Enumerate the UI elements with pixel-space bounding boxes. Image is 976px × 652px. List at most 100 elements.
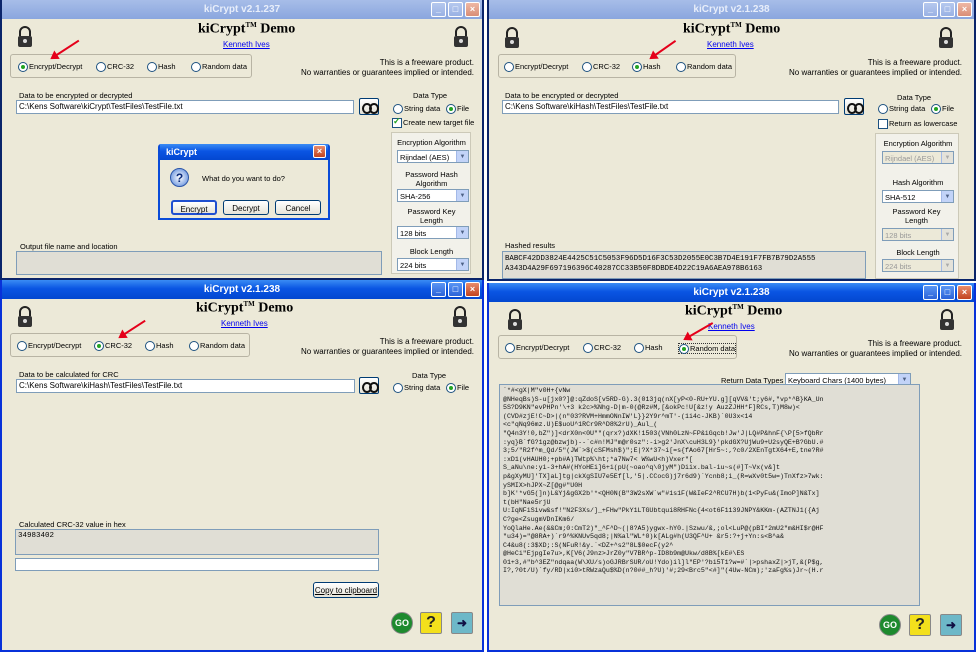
maximize-icon[interactable]: □ bbox=[448, 2, 463, 17]
maximize-icon[interactable]: □ bbox=[940, 2, 955, 17]
hashed-results-field[interactable]: BABCF42DD3824E4425C51C5053F96D5D16F3C53D… bbox=[502, 251, 866, 279]
freeware-notice: This is a freeware product. No warranties… bbox=[789, 58, 962, 77]
block-len-label: Block Length bbox=[896, 248, 940, 257]
output-field[interactable] bbox=[16, 251, 382, 275]
author-link[interactable]: Kenneth Ives bbox=[708, 322, 755, 331]
file-path-input[interactable]: C:\Kens Software\kiHash\TestFiles\TestFi… bbox=[502, 100, 839, 114]
decrypt-button[interactable]: Decrypt bbox=[223, 200, 269, 215]
close-icon[interactable]: × bbox=[465, 282, 480, 297]
go-icon[interactable]: GO bbox=[879, 614, 901, 636]
radio-hash[interactable]: Hash bbox=[632, 62, 661, 72]
radio-file[interactable]: File bbox=[446, 383, 469, 393]
dialog-titlebar: kiCrypt × bbox=[160, 144, 328, 160]
browse-binoculars-icon[interactable] bbox=[359, 98, 379, 115]
copy-clipboard-button[interactable]: Copy to clipboard bbox=[313, 582, 379, 598]
exit-icon[interactable]: ➜ bbox=[451, 612, 473, 634]
close-icon[interactable]: × bbox=[957, 2, 972, 17]
enc-algo-label: Encryption Algorithm bbox=[883, 139, 953, 148]
file-path-input[interactable]: C:\Kens Software\kiHash\TestFiles\TestFi… bbox=[16, 379, 355, 393]
create-target-checkbox[interactable]: Create new target file bbox=[392, 116, 474, 128]
radio-string-data[interactable]: String data bbox=[393, 383, 440, 393]
padlock-icon bbox=[937, 27, 955, 49]
exit-icon[interactable]: ➜ bbox=[940, 614, 962, 636]
maximize-icon[interactable]: □ bbox=[448, 282, 463, 297]
block-len-select[interactable]: 224 bits bbox=[397, 258, 469, 271]
file-path-input[interactable]: C:\Kens Software\kiCrypt\TestFiles\TestF… bbox=[16, 100, 354, 114]
pw-key-select[interactable]: 128 bits bbox=[397, 226, 469, 239]
minimize-icon[interactable]: _ bbox=[431, 282, 446, 297]
enc-algo-select[interactable]: Rijndael (AES) bbox=[882, 151, 954, 164]
encrypt-button[interactable]: Encrypt bbox=[171, 200, 217, 215]
help-icon[interactable]: ? bbox=[909, 614, 931, 636]
author-link[interactable]: Kenneth Ives bbox=[223, 40, 270, 49]
random-output-field[interactable]: `*#<gX|M"v0H+{vNw @NHeqBs)S-u[jx0?]@:qZd… bbox=[499, 384, 920, 606]
block-len-label: Block Length bbox=[409, 247, 454, 256]
pw-hash-select[interactable]: SHA-256 bbox=[397, 189, 469, 202]
radio-file[interactable]: File bbox=[446, 104, 469, 114]
app-title: kiCryptTM Demo bbox=[683, 21, 781, 37]
author-link[interactable]: Kenneth Ives bbox=[221, 319, 268, 328]
radio-file[interactable]: File bbox=[931, 104, 954, 114]
window-hash: kiCrypt v2.1.238 _ □ × kiCryptTM Demo Ke… bbox=[487, 0, 976, 281]
window-crc32: kiCrypt v2.1.238 _ □ × kiCryptTM Demo Ke… bbox=[0, 280, 484, 652]
dialog-close-icon[interactable]: × bbox=[313, 145, 326, 158]
padlock-icon bbox=[506, 309, 524, 331]
padlock-icon bbox=[16, 306, 34, 328]
radio-encrypt-decrypt[interactable]: Encrypt/Decrypt bbox=[17, 341, 81, 351]
window-encrypt-decrypt: kiCrypt v2.1.237 _ □ × kiCryptTM Demo Ke… bbox=[0, 0, 484, 280]
maximize-icon[interactable]: □ bbox=[940, 285, 955, 300]
radio-hash[interactable]: Hash bbox=[634, 343, 663, 353]
crc-result-field[interactable]: 34983402 bbox=[15, 529, 379, 555]
hashed-results-label: Hashed results bbox=[505, 241, 556, 250]
go-icon[interactable]: GO bbox=[391, 612, 413, 634]
radio-encrypt-decrypt[interactable]: Encrypt/Decrypt bbox=[504, 62, 568, 72]
radio-encrypt-decrypt[interactable]: Encrypt/Decrypt bbox=[18, 62, 82, 72]
pw-key-select[interactable]: 128 bits bbox=[882, 228, 954, 241]
data-label: Data to be encrypted or decrypted bbox=[19, 91, 133, 100]
pw-key-label: Password Key Length bbox=[407, 207, 456, 225]
app-title: kiCryptTM Demo bbox=[196, 300, 294, 316]
radio-random-data[interactable]: Random data bbox=[676, 62, 732, 72]
titlebar[interactable]: kiCrypt v2.1.238 _ □ × bbox=[489, 283, 974, 302]
radio-encrypt-decrypt[interactable]: Encrypt/Decrypt bbox=[505, 343, 569, 353]
browse-binoculars-icon[interactable] bbox=[359, 377, 379, 394]
radio-random-data[interactable]: Random data bbox=[189, 341, 245, 351]
freeware-notice: This is a freeware product. No warranties… bbox=[301, 58, 474, 77]
radio-crc32[interactable]: CRC-32 bbox=[96, 62, 134, 72]
window-title: kiCrypt v2.1.238 bbox=[693, 4, 770, 15]
padlock-icon bbox=[451, 306, 469, 328]
window-title: kiCrypt v2.1.237 bbox=[203, 4, 281, 15]
close-icon[interactable]: × bbox=[957, 285, 972, 300]
radio-crc32[interactable]: CRC-32 bbox=[94, 341, 132, 351]
titlebar[interactable]: kiCrypt v2.1.238 _ □ × bbox=[2, 280, 482, 299]
radio-string-data[interactable]: String data bbox=[878, 104, 925, 114]
browse-binoculars-icon[interactable] bbox=[844, 98, 864, 115]
minimize-icon[interactable]: _ bbox=[923, 2, 938, 17]
help-icon[interactable]: ? bbox=[420, 612, 442, 634]
minimize-icon[interactable]: _ bbox=[431, 2, 446, 17]
radio-hash[interactable]: Hash bbox=[145, 341, 174, 351]
titlebar[interactable]: kiCrypt v2.1.237 _ □ × bbox=[2, 0, 482, 19]
radio-crc32[interactable]: CRC-32 bbox=[582, 62, 620, 72]
hash-algo-label: Hash Algorithm bbox=[892, 178, 944, 187]
titlebar[interactable]: kiCrypt v2.1.238 _ □ × bbox=[489, 0, 974, 19]
radio-random-data[interactable]: Random data bbox=[678, 343, 737, 354]
radio-hash[interactable]: Hash bbox=[147, 62, 176, 72]
app-title: kiCryptTM Demo bbox=[685, 303, 783, 319]
hash-algo-select[interactable]: SHA-512 bbox=[882, 190, 954, 203]
crc-data-label: Data to be calculated for CRC bbox=[19, 370, 119, 379]
question-icon: ? bbox=[170, 168, 189, 187]
window-title: kiCrypt v2.1.238 bbox=[203, 284, 281, 295]
radio-crc32[interactable]: CRC-32 bbox=[583, 343, 621, 353]
close-icon[interactable]: × bbox=[465, 2, 480, 17]
crc-extra-field[interactable] bbox=[15, 558, 379, 571]
block-len-select[interactable]: 224 bits bbox=[882, 259, 954, 272]
enc-algo-select[interactable]: Rijndael (AES) bbox=[397, 150, 469, 163]
author-link[interactable]: Kenneth Ives bbox=[707, 40, 754, 49]
padlock-icon bbox=[16, 26, 34, 48]
radio-string-data[interactable]: String data bbox=[393, 104, 440, 114]
lowercase-checkbox[interactable]: Return as lowercase bbox=[878, 119, 957, 129]
minimize-icon[interactable]: _ bbox=[923, 285, 938, 300]
cancel-button[interactable]: Cancel bbox=[275, 200, 321, 215]
radio-random-data[interactable]: Random data bbox=[191, 62, 247, 72]
